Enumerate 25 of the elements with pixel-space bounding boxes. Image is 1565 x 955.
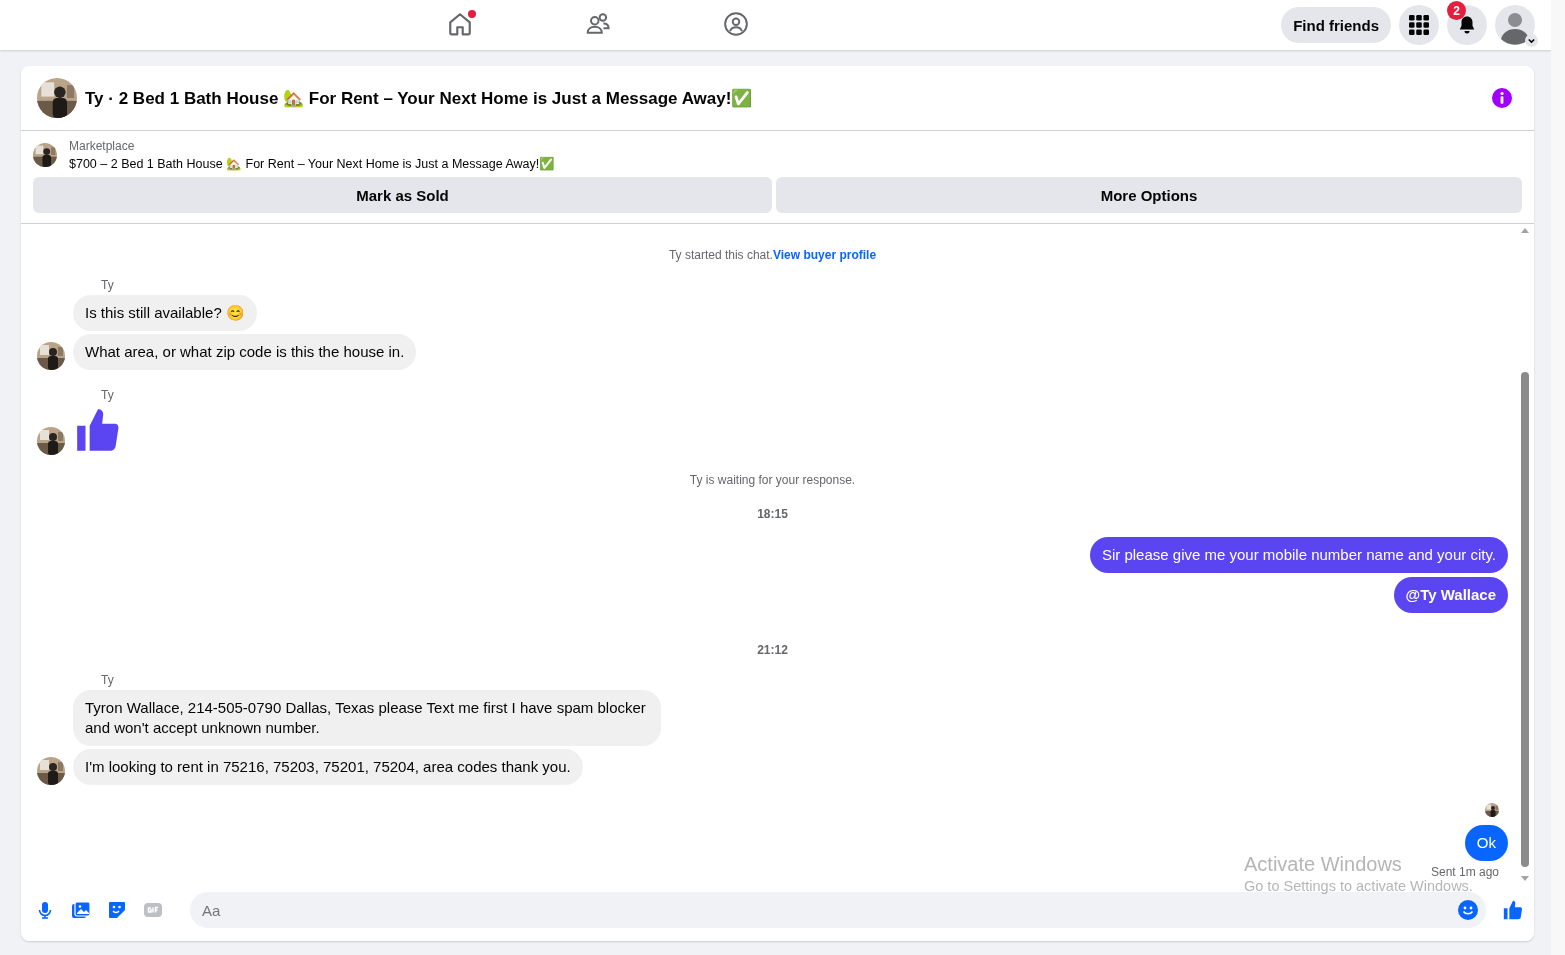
listing-action-button[interactable]: More Options	[776, 177, 1522, 213]
sender-name: Ty	[101, 278, 115, 292]
message-bubble: Tyron Wallace, 214-505-0790 Dallas, Texas please Text me first I have spam blocker and won't accept unknown number.	[73, 690, 661, 746]
message-bubble: Is this still available? 😊	[73, 295, 257, 331]
message-bubble: I'm looking to rent in 75216, 75203, 75201, 75204, area codes thank you.	[73, 749, 583, 785]
find-friends-button[interactable]: Find friends	[1281, 7, 1391, 43]
listing-title[interactable]: $700 – 2 Bed 1 Bath House 🏡 For Rent – Your Next Home is Just a Message Away!✅	[69, 156, 556, 171]
sender-name: Ty	[101, 388, 115, 402]
listing-action-button[interactable]: Mark as Sold	[33, 177, 772, 213]
listing-source: Marketplace	[69, 139, 136, 153]
conversation-title: Ty · 2 Bed 1 Bath House 🏡 For Rent – Your Next Home is Just a Message Away!✅	[85, 87, 754, 109]
message-bubble: Ok	[1464, 825, 1508, 861]
system-notice: Ty started this chat.View buyer profile	[667, 248, 878, 262]
system-notice: Ty is waiting for your response.	[688, 473, 857, 487]
timestamp: 21:12	[757, 643, 788, 657]
message-bubble: What area, or what zip code is this the house in.	[73, 334, 417, 370]
notification-badge: 2	[1447, 1, 1467, 20]
buyer-profile-link[interactable]: View buyer profile	[772, 248, 877, 262]
activation-notice-title: Activate Windows	[1244, 853, 1402, 876]
timestamp: 18:15	[757, 507, 788, 521]
activation-notice-hint: Go to Settings to activate Windows.	[1244, 878, 1473, 894]
message-bubble: Sir please give me your mobile number name and your city.	[1089, 537, 1508, 573]
message-bubble: @Ty Wallace	[1393, 577, 1508, 613]
sender-name: Ty	[101, 673, 115, 687]
sent-status: Sent 1m ago	[1430, 865, 1499, 879]
